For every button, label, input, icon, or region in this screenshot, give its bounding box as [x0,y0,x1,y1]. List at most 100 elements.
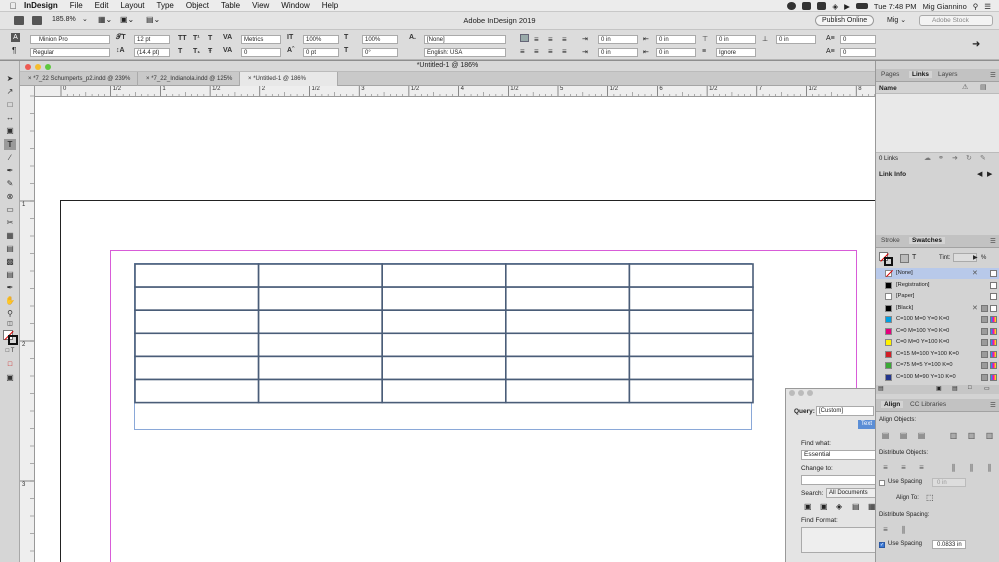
table-cell[interactable] [504,355,631,381]
gradient-swatch-tool-icon[interactable]: ▤ [4,243,16,254]
skew-field[interactable]: 0° [362,48,398,57]
tab-swatches[interactable]: Swatches [909,237,945,244]
clock[interactable]: Tue 7:48 PM [874,2,917,11]
fill-stroke-swatch[interactable] [3,330,18,345]
kerning-field[interactable]: Metrics [241,35,281,44]
font-family-field[interactable]: Minion Pro [30,35,110,44]
user-name[interactable]: Mig Giannino [923,2,967,11]
tint-slider-icon[interactable]: ▶ [973,254,978,261]
menu-layout[interactable]: Layout [120,1,144,10]
swatch-row[interactable]: [Paper] [876,291,999,302]
table-cell[interactable] [134,263,260,288]
left-indent-field[interactable]: 0 in [598,35,638,44]
space-after-field[interactable]: 0 in [776,35,816,44]
tab-layers[interactable]: Layers [938,71,958,78]
menu-edit[interactable]: Edit [95,1,109,10]
table-cell[interactable] [628,309,754,335]
default-fill-stroke-icon[interactable]: ◫ [4,319,16,330]
rectangle-tool-icon[interactable]: ▭ [4,204,16,215]
distribute-bottom-icon[interactable]: ≡ [916,463,927,472]
change-to-input[interactable] [801,475,876,485]
swatch-row[interactable]: C=100 M=0 Y=0 K=0 [876,314,999,325]
distribute-top-icon[interactable]: ≡ [880,463,891,472]
query-select[interactable]: [Custom] [816,406,874,416]
align-to-select[interactable]: ⬚ [926,493,934,502]
page-tool-icon[interactable]: □ [4,99,16,110]
swatch-row[interactable]: C=0 M=0 Y=100 K=0 [876,337,999,348]
distribute-right-icon[interactable]: ∥ [984,463,995,472]
tab-schumperts[interactable]: × *7_22 Schumperts_p2.indd @ 239% [20,72,138,86]
formatting-affects-container-icon[interactable]: □ T [4,346,16,357]
lightning-icon[interactable]: ➜ [972,39,980,50]
right-indent-field[interactable]: 0 in [656,35,696,44]
table-cell[interactable] [257,309,383,335]
table-cell[interactable] [257,332,383,358]
use-spacing-checkbox-2[interactable]: ✓ [879,542,885,548]
tab-stroke[interactable]: Stroke [881,237,900,244]
spacing-field-1[interactable]: 0 in [932,478,966,487]
include-hidden-layers-icon[interactable]: ◈ [836,502,842,511]
underline-button[interactable]: T [208,35,212,42]
table-cell[interactable] [257,378,383,404]
swatch-container-icon[interactable] [900,254,909,263]
align-horizontal-centers-icon[interactable]: ▤ [898,431,909,440]
rectangle-frame-tool-icon[interactable]: ⊗ [4,191,16,202]
align-top-edges-icon[interactable]: ▥ [948,431,959,440]
baseline-shift-field[interactable]: 0 pt [303,48,339,57]
swatch-row[interactable]: [None] ✕ [876,268,999,279]
line-tool-icon[interactable]: ∕ [4,152,16,163]
note-tool-icon[interactable]: ▤ [4,269,16,280]
tracking-field[interactable]: 0 [241,48,281,57]
go-to-link-icon[interactable]: ➜ [952,154,958,162]
close-tab-icon[interactable]: × [248,76,252,82]
tab-align[interactable]: Align [881,401,904,408]
justify-all-icon[interactable]: ≡ [520,47,525,56]
tab-cc-libraries[interactable]: CC Libraries [910,401,946,408]
next-link-icon[interactable]: ▶ [987,170,992,178]
warning-icon[interactable]: ⚠ [962,83,968,91]
wifi-icon[interactable]: ◈ [832,2,838,11]
table-cell[interactable] [504,263,631,288]
superscript-button[interactable]: T¹ [193,35,200,42]
app-status-icon[interactable] [817,2,827,10]
include-locked-stories-icon[interactable]: ▣ [820,502,828,511]
distribute-vcenter-icon[interactable]: ≡ [898,463,909,472]
panel-zoom-icon[interactable] [807,390,813,396]
table-cell[interactable] [134,286,260,312]
swatch-row[interactable]: C=0 M=100 Y=0 K=0 [876,326,999,337]
paragraph-formatting-icon[interactable]: ¶ [12,46,16,55]
tab-pages[interactable]: Pages [881,71,899,78]
font-size-field[interactable]: 12 pt [134,35,170,44]
swatch-fill-stroke[interactable] [879,252,893,266]
table-cell[interactable] [381,332,507,358]
space-before-field[interactable]: 0 in [716,35,756,44]
search-scope-select[interactable]: All Documents [826,488,876,498]
table-cell[interactable] [628,378,754,404]
folder-icon[interactable]: ▤ [952,385,958,392]
menu-app-name[interactable]: InDesign [24,1,58,10]
tab-indianola[interactable]: × *7_22_Indianola.indd @ 125% [138,72,240,86]
align-right-icon[interactable]: ≡ [548,35,553,44]
swatch-row[interactable]: [Registration] [876,280,999,291]
character-formatting-icon[interactable]: A [11,33,20,42]
type-tool-icon[interactable]: T [4,139,16,150]
table-cell[interactable] [628,286,754,312]
swatch-view-icon[interactable]: ▤ [878,385,884,392]
all-caps-button[interactable]: TT [178,35,187,42]
align-left-icon[interactable] [520,34,529,42]
subscript-button[interactable]: T₁ [193,48,200,55]
swatch-row[interactable]: [Black] ✕ [876,303,999,314]
workspace-switcher[interactable]: Mig ⌄ [887,16,906,24]
justify-right-icon[interactable]: ≡ [548,47,553,56]
scissors-tool-icon[interactable]: ✂ [4,217,16,228]
table-cell[interactable] [628,263,754,288]
hand-tool-icon[interactable]: ✋ [4,295,16,306]
swatch-text-icon[interactable]: T [912,254,916,261]
menu-window[interactable]: Window [281,1,309,10]
relink-icon[interactable]: ⚭ [938,154,944,162]
spotlight-icon[interactable]: ⚲ [973,2,979,11]
link-info-label[interactable]: Link Info [879,171,906,178]
new-swatch-icon[interactable]: □ [968,385,972,391]
selection-tool-icon[interactable]: ➤ [4,73,16,84]
justify-left-icon[interactable]: ≡ [562,35,567,44]
